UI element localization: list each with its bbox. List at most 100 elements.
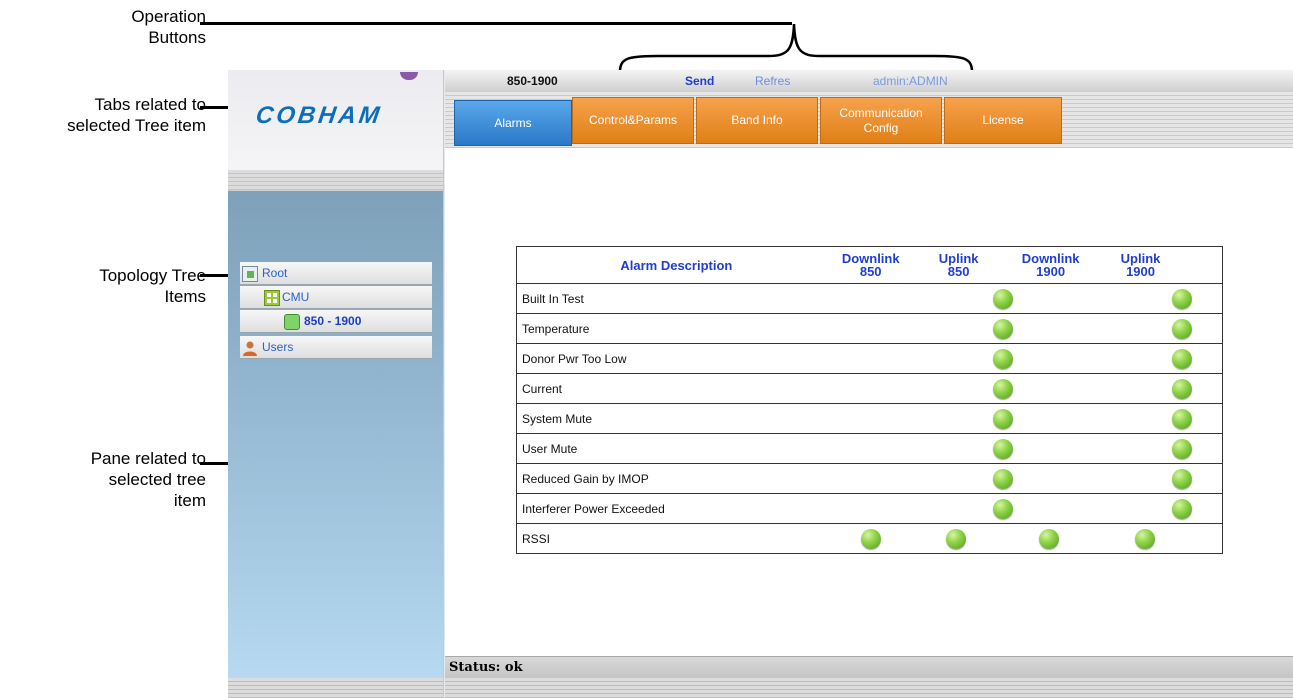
table-row: Interferer Power Exceeded: [516, 493, 1223, 524]
tab-control-params[interactable]: Control&Params: [572, 97, 694, 144]
led-cell: [835, 343, 921, 374]
led-cell: [1105, 313, 1223, 344]
status-led-icon: [992, 318, 1013, 339]
status-led-icon: [992, 348, 1013, 369]
refresh-button[interactable]: Refres: [755, 74, 790, 88]
callout-tree: Topology Tree Items: [99, 266, 206, 306]
main-area: 850-1900 Send Refres admin:ADMIN Alarms …: [445, 70, 1293, 698]
led-cell: [920, 283, 1016, 314]
table-row: Reduced Gain by IMOP: [516, 463, 1223, 494]
table-header-row: Alarm Description Downlink 850 Uplink 85…: [516, 246, 1223, 284]
root-icon: [242, 266, 258, 282]
led-cell: [920, 433, 1016, 464]
alarm-description: Donor Pwr Too Low: [516, 343, 836, 374]
led-cell: [835, 463, 921, 494]
led-cell: [1015, 433, 1106, 464]
tree-item-850-1900[interactable]: 850 - 1900: [240, 310, 432, 333]
led-cell: [835, 403, 921, 434]
device-name: 850-1900: [507, 74, 558, 88]
led-cell: [1015, 493, 1106, 524]
alarm-description: Current: [516, 373, 836, 404]
led-cell: [920, 373, 1016, 404]
alarm-description: RSSI: [516, 523, 836, 554]
alarms-pane: Alarm Description Downlink 850 Uplink 85…: [445, 148, 1293, 656]
table-row: Donor Pwr Too Low: [516, 343, 1223, 374]
status-led-icon: [992, 498, 1013, 519]
send-button[interactable]: Send: [685, 74, 714, 88]
led-cell: [1015, 343, 1106, 374]
column-header: Downlink 1900: [1015, 246, 1106, 284]
led-cell: [920, 313, 1016, 344]
led-cell: [920, 523, 1016, 554]
column-header: Alarm Description: [516, 246, 836, 284]
cmu-icon: [264, 290, 280, 306]
status-led-icon: [1038, 528, 1059, 549]
tab-label: Communication Config: [839, 105, 923, 135]
tab-label: Alarms: [494, 115, 532, 130]
tree-item-users[interactable]: Users: [240, 336, 432, 359]
led-cell: [920, 403, 1016, 434]
tab-alarms[interactable]: Alarms: [454, 100, 572, 146]
tree-item-root[interactable]: Root: [240, 262, 432, 285]
status-led-icon: [1134, 528, 1155, 549]
status-text: Status: ok: [449, 660, 523, 675]
tree-item-label: Users: [262, 340, 294, 354]
tab-bar: Alarms Control&Params Band Info Communic…: [445, 92, 1293, 148]
led-cell: [835, 313, 921, 344]
alarms-table: Alarm Description Downlink 850 Uplink 85…: [516, 246, 1223, 554]
led-cell: [1015, 463, 1106, 494]
status-led-icon: [992, 288, 1013, 309]
led-cell: [835, 283, 921, 314]
status-led-icon: [860, 528, 881, 549]
tree-item-label: Root: [262, 266, 288, 280]
led-cell: [835, 373, 921, 404]
device-icon: [284, 314, 300, 330]
led-cell: [1015, 403, 1106, 434]
alarm-description: Interferer Power Exceeded: [516, 493, 836, 524]
table-row: System Mute: [516, 403, 1223, 434]
led-cell: [1105, 373, 1223, 404]
status-led-icon: [1171, 348, 1192, 369]
alarm-description: User Mute: [516, 433, 836, 464]
app-window: COBHAM Root CMU 850 - 1900 Users 850-190…: [228, 70, 1293, 698]
tab-communication-config[interactable]: Communication Config: [820, 97, 942, 144]
tab-band-info[interactable]: Band Info: [696, 97, 818, 144]
sidebar-bottom-bar: [228, 678, 443, 698]
led-cell: [920, 463, 1016, 494]
sidebar-divider: [228, 170, 443, 190]
tab-label: Band Info: [731, 113, 783, 127]
tab-license[interactable]: License: [944, 97, 1062, 144]
status-led-icon: [1171, 498, 1192, 519]
tree-item-label: 850 - 1900: [304, 314, 362, 328]
sidebar: COBHAM Root CMU 850 - 1900 Users: [228, 70, 444, 698]
status-led-icon: [1171, 438, 1192, 459]
logo-swoosh-icon: [400, 72, 418, 80]
status-led-icon: [992, 438, 1013, 459]
tab-label: License: [982, 113, 1024, 127]
table-row: User Mute: [516, 433, 1223, 464]
table-row: Temperature: [516, 313, 1223, 344]
led-cell: [1015, 373, 1106, 404]
led-cell: [835, 433, 921, 464]
alarm-description: Reduced Gain by IMOP: [516, 463, 836, 494]
callout-pane: Pane related to selected tree item: [90, 449, 206, 510]
status-led-icon: [992, 408, 1013, 429]
logo: COBHAM: [254, 102, 384, 129]
status-led-icon: [992, 468, 1013, 489]
operation-bar: 850-1900 Send Refres admin:ADMIN: [445, 70, 1293, 93]
led-cell: [920, 343, 1016, 374]
led-cell: [1105, 433, 1223, 464]
led-cell: [920, 493, 1016, 524]
status-led-icon: [945, 528, 966, 549]
column-header: Uplink 1900: [1105, 246, 1223, 284]
alarm-description: System Mute: [516, 403, 836, 434]
led-cell: [1105, 493, 1223, 524]
led-cell: [1105, 523, 1223, 554]
table-row: Built In Test: [516, 283, 1223, 314]
column-header: Uplink 850: [920, 246, 1016, 284]
led-cell: [835, 493, 921, 524]
users-icon: [242, 340, 257, 356]
tree-item-cmu[interactable]: CMU: [240, 286, 432, 309]
alarm-description: Temperature: [516, 313, 836, 344]
user-label: admin:ADMIN: [873, 74, 948, 88]
